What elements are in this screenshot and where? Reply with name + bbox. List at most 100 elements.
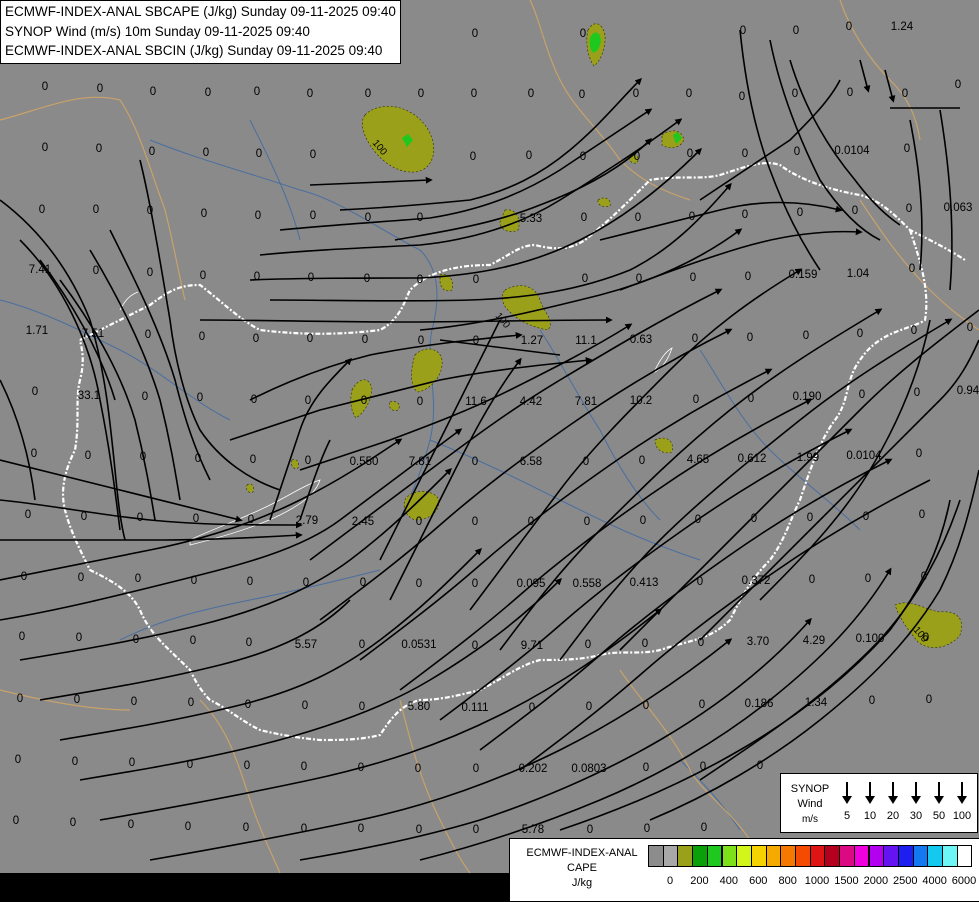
sbcin-value-label: 0: [187, 759, 193, 771]
sbcin-value-label: 0.0531: [401, 639, 436, 651]
sbcin-value-label: 0.372: [742, 575, 771, 587]
sbcin-value-label: 0: [418, 335, 424, 347]
sbcin-value-label: 0: [365, 88, 371, 100]
cape-legend-title-line2: CAPE: [567, 862, 597, 874]
sbcin-value-label: 0: [852, 205, 858, 217]
sbcin-value-label: 0: [32, 386, 38, 398]
sbcin-value-label: 0: [472, 578, 478, 590]
sbcin-value-label: 0: [199, 331, 205, 343]
sbcin-value-label: 0: [360, 577, 366, 589]
sbcin-value-label: 0: [692, 333, 698, 345]
sbcin-value-label: 0: [21, 571, 27, 583]
cape-tick-label: 600: [749, 875, 768, 887]
sbcin-value-label: 0: [742, 148, 748, 160]
sbcin-value-label: 0: [416, 578, 422, 590]
sbcin-value-label: 0: [748, 393, 754, 405]
cape-color-swatch: [765, 845, 782, 867]
sbcin-value-label: 0: [697, 576, 703, 588]
cape-color-swatch: [912, 845, 929, 867]
sbcin-value-label: 0: [251, 394, 257, 406]
sbcin-value-label: 0: [364, 273, 370, 285]
sbcin-value-label: 0: [42, 142, 48, 154]
sbcin-value-label: 0.186: [745, 698, 774, 710]
sbcin-value-label: 0: [916, 448, 922, 460]
sbcin-value-label: 0: [636, 273, 642, 285]
header-line-synop-wind: SYNOP Wind (m/s) 10m Sunday 09-11-2025 0…: [5, 23, 310, 39]
sbcin-value-label: 0: [39, 204, 45, 216]
sbcin-value-label: 0: [15, 754, 21, 766]
sbcin-value-label: 4.42: [520, 396, 542, 408]
sbcin-value-label: 5.80: [408, 701, 430, 713]
sbcin-value-label: 0: [255, 210, 261, 222]
sbcin-value-label: 0: [914, 387, 920, 399]
sbcin-value-label: 0: [149, 146, 155, 158]
cape-color-swatch: [897, 845, 914, 867]
sbcin-value-label: 0: [93, 265, 99, 277]
wind-speed-label: 10: [863, 810, 877, 822]
sbcin-value-label: 0: [581, 212, 587, 224]
sbcin-value-label: 0: [526, 150, 532, 162]
sbcin-value-label: 0: [693, 394, 699, 406]
sbcin-value-label: 0: [128, 819, 134, 831]
sbcin-value-label: 0: [190, 635, 196, 647]
sbcin-value-label: 11.1: [575, 335, 597, 347]
cape-color-swatch: [927, 845, 943, 867]
sbcin-value-label: 0: [473, 274, 479, 286]
sbcin-value-label: 0: [473, 824, 479, 836]
cape-color-swatch: [721, 845, 738, 867]
cape-tick-label: 200: [690, 875, 709, 887]
sbcin-value-label: 0: [923, 632, 929, 644]
sbcin-value-label: 2.79: [296, 515, 318, 527]
cape-tick-label: 2500: [893, 875, 918, 887]
sbcin-value-label: 0: [859, 389, 865, 401]
sbcin-value-label: 1.34: [805, 697, 828, 709]
sbcin-value-label: 10.2: [630, 395, 652, 407]
sbcin-value-label: 0: [582, 273, 588, 285]
sbcin-value-label: 0: [81, 511, 87, 523]
sbcin-value-label: 0: [587, 824, 593, 836]
sbcin-value-label: 7.81: [575, 396, 597, 408]
map-canvas[interactable]: 100100100 0000000000000000000000001.2400…: [0, 0, 979, 900]
sbcin-value-label: 0: [687, 148, 693, 160]
sbcin-value-label: 0: [742, 209, 748, 221]
sbcin-value-label: 0: [904, 143, 910, 155]
sbcin-value-label: 0: [583, 456, 589, 468]
sbcin-value-label: 5.33: [520, 213, 542, 225]
sbcin-value-label: 0: [807, 512, 813, 524]
sbcin-value-label: 0: [254, 271, 260, 283]
sbcin-value-label: 1.99: [797, 452, 819, 464]
sbcin-value-label: 0.550: [350, 456, 379, 468]
sbcin-value-label: 0.0104: [846, 450, 882, 462]
sbcin-value-label: 0.0803: [571, 763, 606, 775]
sbcin-value-label: 0: [256, 148, 262, 160]
synop-legend-title: SYNOP Wind m/s: [785, 782, 835, 827]
sbcin-value-label: 0: [528, 516, 534, 528]
sbcin-value-label: 0: [78, 572, 84, 584]
sbcin-value-label: 0: [528, 88, 534, 100]
sbcin-value-label: 0: [145, 329, 151, 341]
sbcin-value-label: 0: [701, 822, 707, 834]
sbcin-value-label: 0: [911, 325, 917, 337]
sbcin-value-label: 0: [31, 448, 37, 460]
sbcin-value-label: 0.94: [957, 385, 979, 397]
sbcin-value-label: 0: [305, 455, 311, 467]
sbcin-value-label: 0: [247, 576, 253, 588]
sbcin-value-label: 0: [700, 761, 706, 773]
sbcin-value-label: 5.57: [295, 639, 317, 651]
sbcin-value-label: 0: [358, 823, 364, 835]
sbcin-value-label: 0: [473, 763, 479, 775]
sbcin-value-label: 0: [472, 28, 478, 40]
sbcin-value-label: 0: [13, 815, 19, 827]
sbcin-value-label: 0: [310, 210, 316, 222]
sbcin-value-label: 7.51: [82, 328, 104, 340]
sbcin-value-label: 0.413: [630, 577, 659, 589]
sbcin-value-label: 0.0104: [834, 145, 870, 157]
sbcin-value-label: 0: [695, 514, 701, 526]
sbcin-value-label: 0: [137, 512, 143, 524]
wind-arrow-icon: [952, 780, 972, 806]
sbcin-value-label: 0: [921, 571, 927, 583]
sbcin-value-label: 0: [76, 632, 82, 644]
sbcin-value-label: 0: [205, 87, 211, 99]
cape-tick-label: 0: [666, 875, 674, 887]
sbcin-value-label: 0.612: [738, 453, 767, 465]
